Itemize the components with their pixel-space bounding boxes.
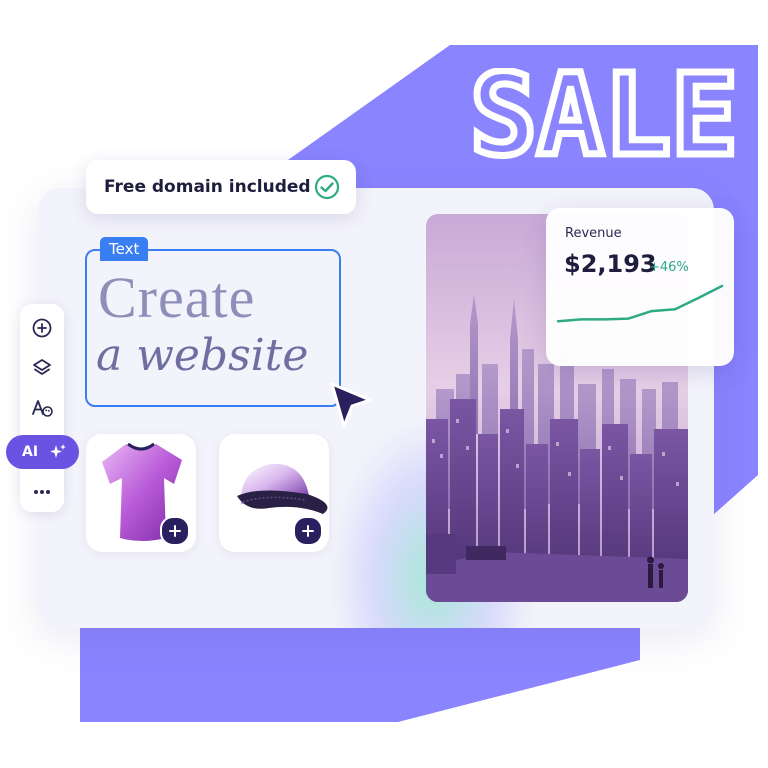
layers-icon[interactable] — [30, 356, 54, 380]
headline-website[interactable]: a website — [96, 330, 308, 381]
sparkle-icon — [50, 444, 67, 458]
plus-icon — [169, 525, 181, 537]
product-card-cap[interactable] — [219, 434, 329, 552]
domain-badge: Free domain included — [86, 160, 356, 214]
revenue-value: $2,193 — [564, 250, 657, 278]
product-card-tshirt[interactable] — [86, 434, 196, 552]
domain-badge-label: Free domain included — [104, 177, 311, 197]
cursor-arrow-icon — [330, 382, 372, 428]
ai-button-label: AI — [22, 444, 39, 460]
revenue-trend-chart — [556, 284, 724, 323]
more-dots-icon[interactable] — [30, 480, 54, 504]
font-palette-icon[interactable] — [30, 396, 54, 420]
revenue-label: Revenue — [565, 226, 622, 241]
add-cap-button[interactable] — [293, 516, 323, 546]
sale-text: SALE — [470, 68, 738, 160]
add-circle-icon[interactable] — [30, 316, 54, 340]
add-tshirt-button[interactable] — [160, 516, 190, 546]
text-element-tag: Text — [100, 237, 149, 261]
revenue-card: Revenue $2,193 +46% — [546, 208, 734, 366]
headline-create[interactable]: Create — [98, 264, 255, 331]
plus-icon — [302, 525, 314, 537]
revenue-delta: +46% — [649, 260, 689, 275]
sale-banner: SALE — [467, 48, 742, 185]
revenue-trend-line — [556, 284, 724, 323]
check-circle-icon — [314, 174, 340, 200]
ai-button[interactable]: AI — [6, 435, 79, 469]
side-toolbar — [20, 304, 64, 512]
